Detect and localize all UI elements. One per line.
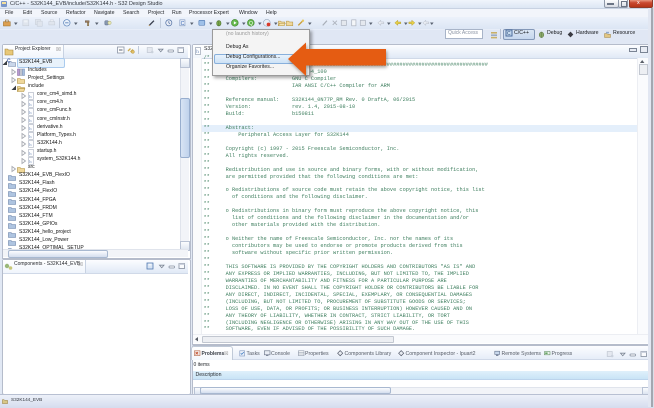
svg-text:C: C	[7, 59, 11, 65]
svg-text:C: C	[181, 21, 185, 27]
svg-text:C: C	[507, 31, 511, 37]
svg-text:Q: Q	[249, 21, 253, 27]
